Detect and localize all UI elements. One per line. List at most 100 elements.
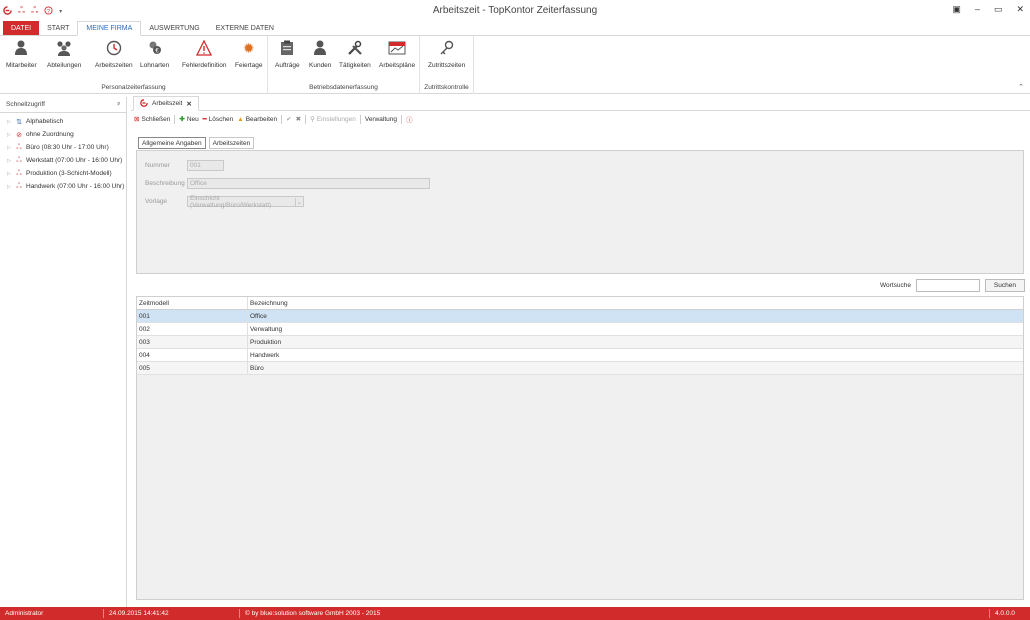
tree-item-buero[interactable]: ▷ ஃ Büro (08:30 Uhr - 17:00 Uhr) <box>0 141 126 154</box>
ribbon-display-icon[interactable]: ▣ <box>952 4 961 15</box>
close-label: Schließen <box>141 115 171 123</box>
zutrittszeiten-button[interactable]: Zutrittszeiten <box>428 39 465 69</box>
pin-icon[interactable]: ᵖ <box>118 101 120 108</box>
close-button[interactable]: ✕ <box>1016 4 1024 15</box>
expand-arrow-icon[interactable]: ▷ <box>7 184 12 190</box>
abteilungen-button[interactable]: Abteilungen <box>47 39 81 69</box>
ribbon-collapse-icon[interactable]: ⌃ <box>1018 83 1024 91</box>
window-controls: ▣ – ▭ ✕ <box>952 4 1024 15</box>
tree-item-produktion[interactable]: ▷ ஃ Produktion (3-Schicht-Modell) <box>0 167 126 180</box>
tree-item-handwerk[interactable]: ▷ ஃ Handwerk (07:00 Uhr - 16:00 Uhr) <box>0 180 126 193</box>
expand-arrow-icon[interactable]: ▷ <box>7 145 12 151</box>
chevron-down-icon[interactable]: ⌄ <box>294 197 303 206</box>
form-row-number: Nummer 001 <box>145 160 224 171</box>
arbeitszeiten-button[interactable]: Arbeitszeiten <box>95 39 133 69</box>
new-button[interactable]: ✚ Neu <box>179 115 198 124</box>
cell-zeitmodell: 003 <box>137 336 248 348</box>
status-user: Administrator <box>5 610 44 617</box>
table-row[interactable]: 004 Handwerk <box>137 349 1023 362</box>
group-label-zutrittskontrolle: Zutrittskontrolle <box>424 84 469 91</box>
cancel-button[interactable]: ✖ <box>296 115 301 123</box>
kunden-button[interactable]: Kunden <box>309 39 331 69</box>
settings-button[interactable]: ⚲ Einstellungen <box>310 115 356 124</box>
tree-item-ohne-zuordnung[interactable]: ▷ ⊘ ohne Zuordnung <box>0 128 126 141</box>
cell-zeitmodell: 002 <box>137 323 248 335</box>
key-icon <box>438 39 456 57</box>
tab-start[interactable]: START <box>39 21 77 35</box>
tree-item-label: Alphabetisch <box>26 118 64 125</box>
edit-icon: ▲ <box>237 115 244 123</box>
detail-tabs: Allgemeine Angaben Arbeitszeiten <box>138 137 255 149</box>
edit-label: Bearbeiten <box>245 115 278 123</box>
edit-button[interactable]: ▲ Bearbeiten <box>237 116 277 123</box>
ribbon-group-personalzeiterfassung: Mitarbeiter Abteilungen Arbeitszeiten € … <box>0 36 268 94</box>
help-button[interactable]: ⓘ <box>406 114 413 124</box>
plus-icon: ✚ <box>179 116 185 123</box>
auftraege-button[interactable]: Aufträge <box>275 39 300 69</box>
expand-arrow-icon[interactable]: ▷ <box>7 171 12 177</box>
tree-item-alphabetisch[interactable]: ▷ ⇅ Alphabetisch <box>0 115 126 128</box>
table-row[interactable]: 003 Produktion <box>137 336 1023 349</box>
mitarbeiter-label: Mitarbeiter <box>6 62 37 69</box>
search-button[interactable]: Suchen <box>984 279 1025 292</box>
arbeitsplaene-button[interactable]: Arbeitspläne <box>379 39 415 69</box>
tab-auswertung[interactable]: AUSWERTUNG <box>141 21 207 35</box>
manage-button[interactable]: Verwaltung <box>365 116 397 123</box>
description-field[interactable]: Office <box>187 178 430 189</box>
cell-zeitmodell: 004 <box>137 349 248 361</box>
grid-header: Zeitmodell Bezeichnung <box>137 297 1023 310</box>
table-row[interactable]: 001 Office <box>137 310 1023 323</box>
taetigkeiten-button[interactable]: Tätigkeiten <box>339 39 371 69</box>
quickaccess-tree: ▷ ⇅ Alphabetisch ▷ ⊘ ohne Zuordnung ▷ ஃ … <box>0 113 126 193</box>
users-icon: ஃ <box>16 157 22 164</box>
tree-item-werkstatt[interactable]: ▷ ஃ Werkstatt (07:00 Uhr - 16:00 Uhr) <box>0 154 126 167</box>
cell-bezeichnung: Produktion <box>250 338 282 346</box>
sort-az-icon: ⇅ <box>16 118 22 126</box>
status-datetime: 24.09.2015 14:41:42 <box>109 610 169 617</box>
abteilungen-label: Abteilungen <box>47 62 82 69</box>
tab-meine-firma[interactable]: MEINE FIRMA <box>77 21 142 36</box>
ribbon-group-betriebsdatenerfassung: Aufträge Kunden Tätigkeiten Arbeitspläne… <box>268 36 420 94</box>
expand-arrow-icon[interactable]: ▷ <box>7 158 12 164</box>
expand-arrow-icon[interactable]: ▷ <box>7 119 12 125</box>
cell-zeitmodell: 001 <box>137 310 248 322</box>
feiertage-button[interactable]: ✹ Feiertage <box>235 39 263 70</box>
arbeitsplaene-label: Arbeitspläne <box>379 62 416 69</box>
expand-arrow-icon[interactable]: ▷ <box>7 132 12 138</box>
tab-allgemeine-angaben[interactable]: Allgemeine Angaben <box>138 137 206 149</box>
group-icon <box>55 39 73 57</box>
tab-externe-daten[interactable]: EXTERNE DATEN <box>208 21 282 35</box>
number-field[interactable]: 001 <box>187 160 224 171</box>
warning-icon <box>195 39 213 57</box>
feiertage-label: Feiertage <box>235 62 263 69</box>
fehlerdefinition-button[interactable]: Fehlerdefinition <box>182 39 226 69</box>
quickaccess-title: Schnellzugriff <box>6 101 45 108</box>
delete-button[interactable]: ━ Löschen <box>203 115 234 124</box>
status-bar: Administrator 24.09.2015 14:41:42 © by b… <box>0 607 1030 620</box>
doc-tab-arbeitszeit[interactable]: Arbeitszeit ✕ <box>133 96 199 111</box>
restore-button[interactable]: ▭ <box>994 4 1003 15</box>
search-input[interactable] <box>915 279 980 292</box>
template-select[interactable]: Einschicht (Verwaltung/Büro/Werkstatt) ⌄ <box>187 195 304 209</box>
tree-item-label: Werkstatt (07:00 Uhr - 16:00 Uhr) <box>26 157 123 164</box>
close-tab-icon[interactable]: ✕ <box>186 100 191 108</box>
tab-arbeitszeiten[interactable]: Arbeitszeiten <box>208 137 255 149</box>
close-icon: ⊠ <box>134 116 140 123</box>
lohnarten-button[interactable]: € Lohnarten <box>140 39 169 69</box>
clock-icon <box>105 39 123 57</box>
toolbar-divider <box>174 114 176 124</box>
doc-tab-label: Arbeitszeit <box>152 100 183 107</box>
status-version: 4.0.0.0 <box>995 610 1015 617</box>
column-header-zeitmodell[interactable]: Zeitmodell <box>137 297 248 309</box>
mitarbeiter-button[interactable]: Mitarbeiter <box>6 39 37 69</box>
minimize-button[interactable]: – <box>975 4 980 15</box>
ribbon-group-zutrittskontrolle: Zutrittszeiten Zutrittskontrolle <box>420 36 474 94</box>
clipboard-icon <box>278 39 296 57</box>
close-record-button[interactable]: ⊠ Schließen <box>134 115 171 124</box>
column-header-bezeichnung[interactable]: Bezeichnung <box>248 300 288 307</box>
table-row[interactable]: 005 Büro <box>137 362 1023 375</box>
save-button[interactable]: ✔ <box>286 115 291 123</box>
tab-datei[interactable]: DATEI <box>3 21 40 35</box>
table-row[interactable]: 002 Verwaltung <box>137 323 1023 336</box>
search-label: Wortsuche <box>880 282 911 289</box>
